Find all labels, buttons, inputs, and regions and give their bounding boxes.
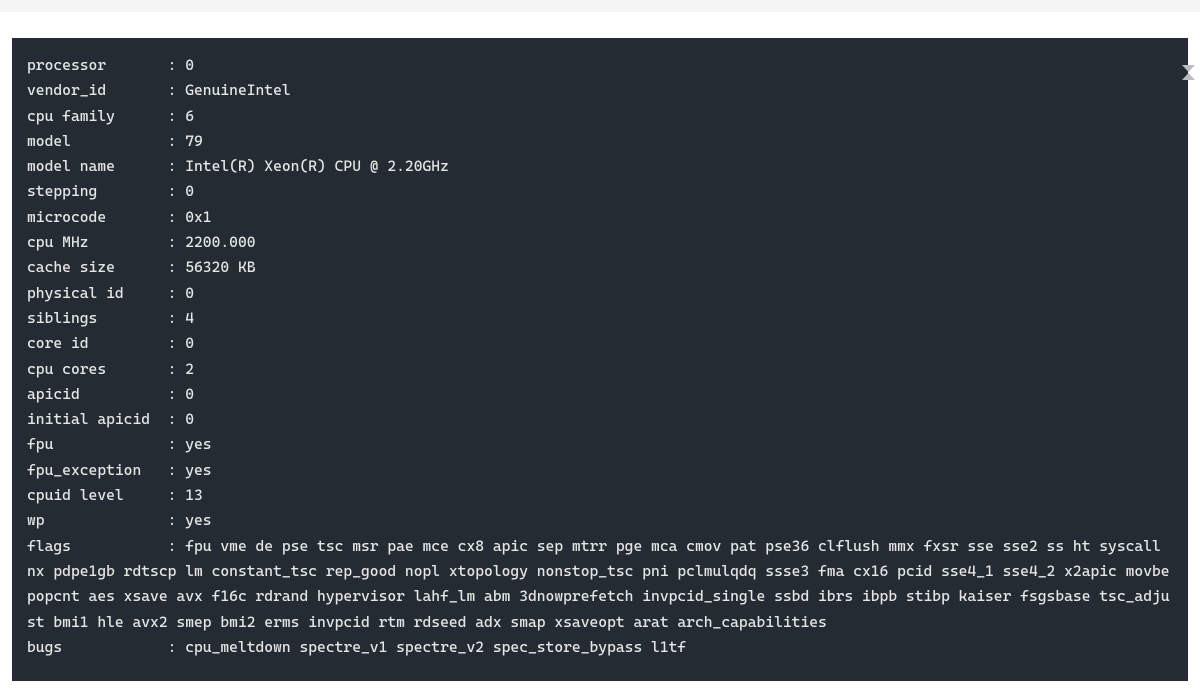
row-initial-apicid: initial apicid : 0 (27, 410, 194, 428)
cpu-info-output: processor : 0 vendor_id : GenuineIntel c… (12, 38, 1188, 681)
row-cpuid-level: cpuid level : 13 (27, 486, 203, 504)
row-cpu-cores: cpu cores : 2 (27, 360, 194, 378)
row-model: model : 79 (27, 132, 203, 150)
row-physical-id: physical id : 0 (27, 284, 194, 302)
row-processor: processor : 0 (27, 56, 194, 74)
row-flags: flags : fpu vme de pse tsc msr pae mce c… (27, 537, 1178, 631)
row-fpu-exception: fpu_exception : yes (27, 461, 212, 479)
row-vendor-id: vendor_id : GenuineIntel (27, 81, 291, 99)
top-bar (0, 0, 1200, 12)
chevron-down-icon (1182, 65, 1195, 72)
row-cpu-mhz: cpu MHz : 2200.000 (27, 233, 256, 251)
row-model-name: model name : Intel(R) Xeon(R) CPU @ 2.20… (27, 157, 449, 175)
row-core-id: core id : 0 (27, 334, 194, 352)
row-wp: wp : yes (27, 511, 212, 529)
scroll-to-output-button[interactable] (1182, 65, 1195, 80)
row-cpu-family: cpu family : 6 (27, 107, 194, 125)
row-apicid: apicid : 0 (27, 385, 194, 403)
chevron-up-icon (1182, 73, 1195, 80)
row-fpu: fpu : yes (27, 435, 212, 453)
row-cache-size: cache size : 56320 KB (27, 258, 256, 276)
row-siblings: siblings : 4 (27, 309, 194, 327)
row-stepping: stepping : 0 (27, 182, 194, 200)
row-microcode: microcode : 0x1 (27, 208, 212, 226)
row-bugs: bugs : cpu_meltdown spectre_v1 spectre_v… (27, 638, 686, 656)
